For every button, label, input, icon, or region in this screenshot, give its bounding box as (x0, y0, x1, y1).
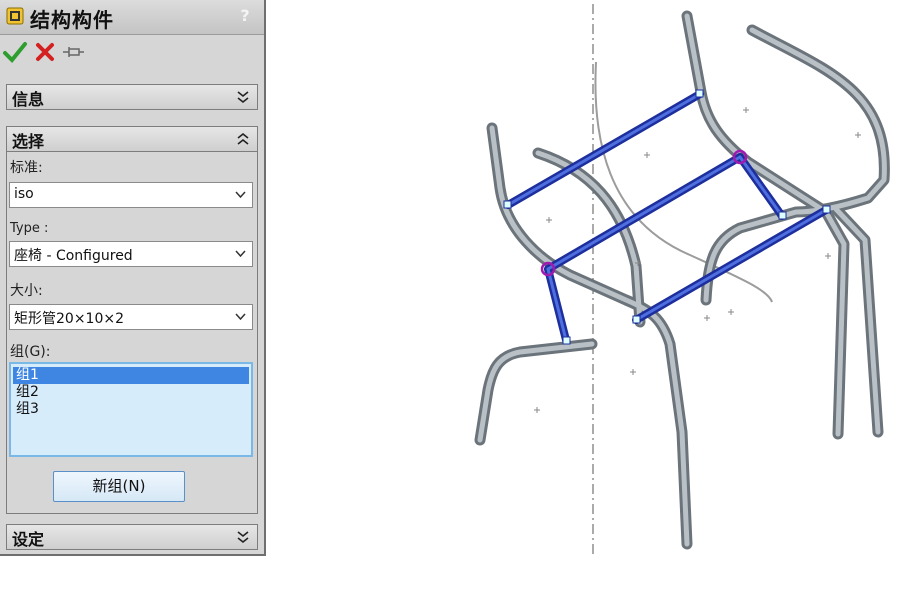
size-select[interactable]: 矩形管20×10×2 (9, 304, 253, 330)
pushpin-icon[interactable] (60, 39, 86, 65)
group-list-item[interactable]: 组2 (13, 384, 249, 401)
standard-select[interactable]: iso (9, 182, 253, 208)
structural-members (504, 90, 830, 344)
type-select[interactable]: 座椅 - Configured (9, 241, 253, 267)
chevron-down-icon (235, 191, 246, 199)
groups-label: 组(G): (10, 344, 51, 360)
chevron-down-icon (237, 531, 249, 544)
settings-section-header[interactable]: 设定 (6, 524, 258, 550)
standard-label: 标准: (10, 160, 43, 176)
sketch-point-markers (534, 107, 861, 413)
type-value: 座椅 - Configured (14, 248, 133, 264)
chevron-up-icon (237, 132, 249, 145)
property-manager-panel: 结构构件 ? 信息 选择 标准: iso Type : 座椅 - Configu… (0, 0, 266, 556)
panel-title: 结构构件 (30, 8, 114, 32)
groups-listbox[interactable]: 组1 组2 组3 (9, 362, 253, 457)
info-section-header[interactable]: 信息 (6, 84, 258, 110)
size-value: 矩形管20×10×2 (14, 311, 124, 327)
chevron-down-icon (237, 91, 249, 104)
selection-section-header[interactable]: 选择 (6, 126, 258, 152)
sketch-curve (594, 61, 773, 303)
info-section-title: 信息 (12, 90, 45, 109)
selection-section-title: 选择 (12, 132, 45, 151)
help-icon[interactable]: ? (236, 6, 254, 26)
ok-button[interactable] (2, 39, 28, 65)
chevron-down-icon (235, 313, 246, 321)
size-label: 大小: (10, 283, 43, 299)
group-list-item[interactable]: 组3 (13, 401, 249, 418)
chevron-down-icon (235, 250, 246, 258)
type-label: Type : (10, 221, 49, 236)
structural-member-icon (6, 7, 24, 25)
panel-title-bar: 结构构件 ? (0, 0, 264, 35)
cancel-button[interactable] (32, 39, 58, 65)
group-list-item[interactable]: 组1 (13, 367, 249, 384)
standard-value: iso (14, 186, 34, 202)
new-group-button[interactable]: 新组(N) (53, 471, 185, 502)
settings-section-title: 设定 (12, 530, 45, 549)
graphics-viewport[interactable] (270, 0, 910, 596)
action-bar (0, 35, 264, 75)
chair-frame-tubes (474, 10, 890, 550)
